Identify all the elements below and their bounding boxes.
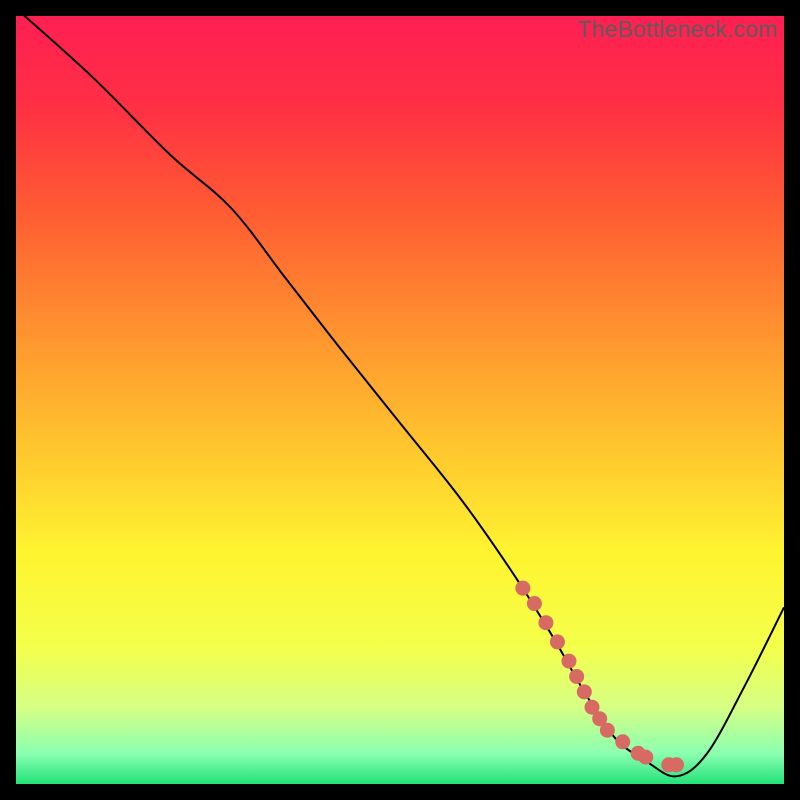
highlight-dot (569, 669, 584, 684)
highlight-dot (527, 596, 542, 611)
highlight-dot (615, 734, 630, 749)
highlight-dot (538, 615, 553, 630)
highlight-dot (561, 654, 576, 669)
gradient-background (16, 16, 784, 784)
highlight-dot (577, 684, 592, 699)
chart-svg (16, 16, 784, 784)
highlight-dot (515, 581, 530, 596)
highlight-dot (638, 750, 653, 765)
highlight-dot (550, 634, 565, 649)
highlight-dot (669, 757, 684, 772)
highlight-dot (600, 723, 615, 738)
chart-frame: TheBottleneck.com (16, 16, 784, 784)
